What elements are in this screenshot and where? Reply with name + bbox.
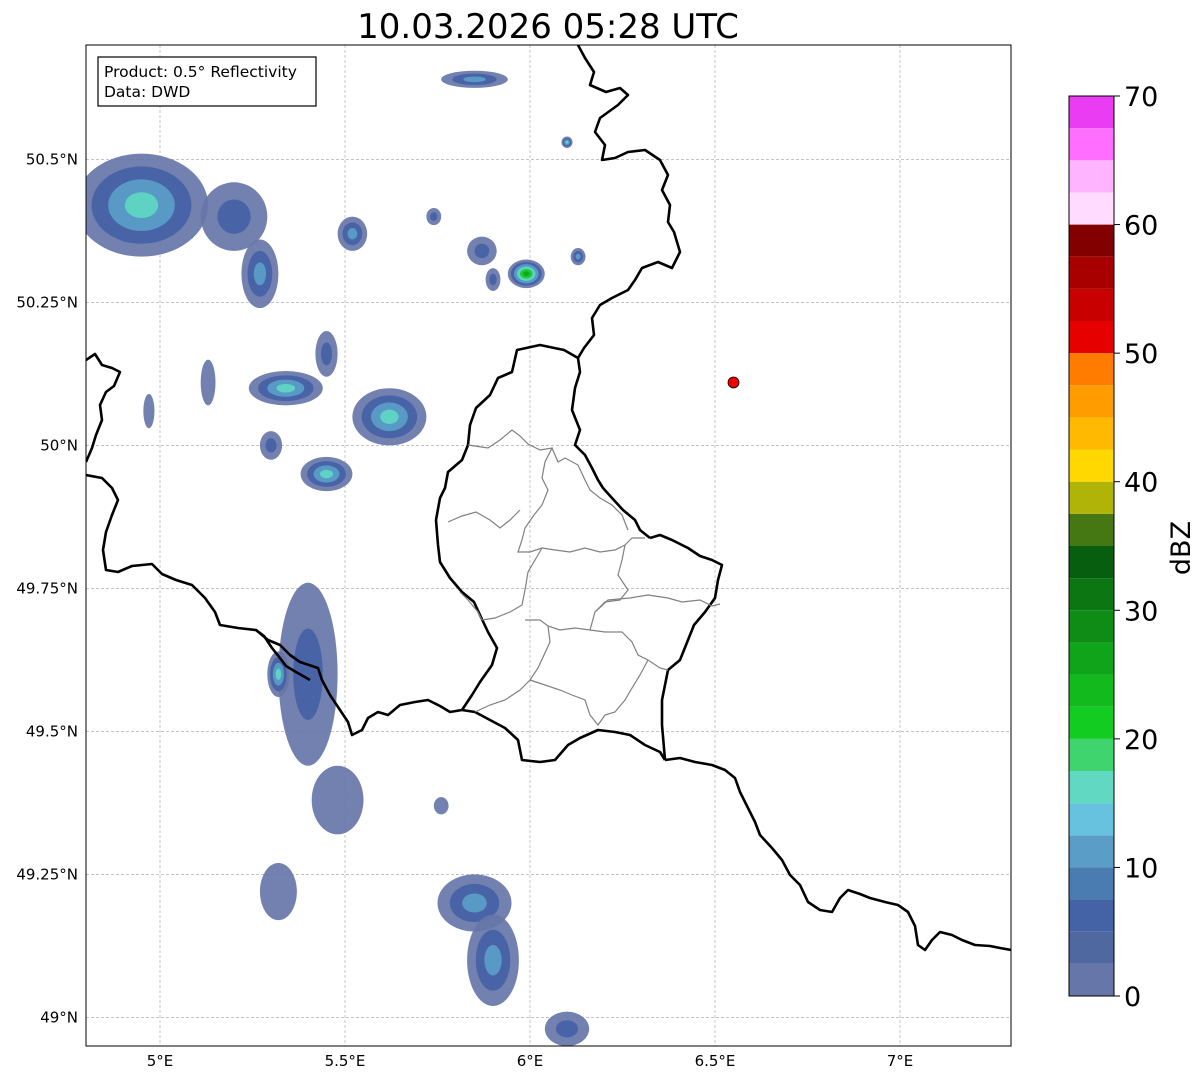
colorbar-tick-label-6: 60 (1124, 211, 1158, 242)
radar-map-figure: 10.03.2026 05:28 UTC 5°E 5.5°E 6°E 6.5°E… (16, 7, 1197, 1070)
colorbar-level-14 (1069, 513, 1114, 546)
colorbar-level-1 (1069, 931, 1114, 964)
echo-cluster-8-level-2 (575, 253, 581, 260)
colorbar-level-0 (1069, 963, 1114, 996)
colorbar-level-10 (1069, 642, 1114, 675)
info-box: Product: 0.5° Reflectivity Data: DWD (97, 56, 317, 107)
colorbar-level-24 (1069, 192, 1114, 225)
colorbar-level-22 (1069, 256, 1114, 289)
colorbar-tick-label-7: 70 (1124, 82, 1158, 113)
echo-cluster-12-level-0 (200, 359, 216, 406)
echo-cluster-16-level-3 (320, 469, 333, 479)
colorbar-level-3 (1069, 867, 1114, 900)
lat-tick-label-0: 49°N (40, 1008, 78, 1026)
longitude-tick-labels: 5°E 5.5°E 6°E 6.5°E 7°E (147, 1052, 914, 1070)
colorbar-tick-label-0: 0 (1124, 982, 1141, 1013)
lon-tick-label-4: 7°E (887, 1052, 914, 1070)
lat-tick-label-4: 50°N (40, 436, 78, 454)
colorbar-level-15 (1069, 481, 1114, 514)
echo-cluster-11-level-3 (276, 383, 296, 393)
radar-site-marker (727, 376, 740, 389)
echo-cluster-3-level-2 (347, 228, 358, 240)
echo-cluster-5-level-1 (474, 243, 490, 259)
colorbar-level-25 (1069, 160, 1114, 193)
colorbar-levels (1069, 96, 1114, 996)
colorbar-level-26 (1069, 128, 1114, 161)
echo-cluster-9-level-2 (463, 76, 486, 83)
echo-cluster-13-level-0 (143, 393, 155, 429)
colorbar-tick-label-3: 30 (1124, 596, 1158, 627)
lon-tick-label-0: 5°E (147, 1052, 174, 1070)
latitude-tick-labels: 49°N 49.25°N 49.5°N 49.75°N 50°N 50.25°N 50.5°… (16, 150, 78, 1026)
info-data-text: Data: DWD (104, 83, 190, 101)
colorbar-level-7 (1069, 738, 1114, 771)
colorbar-level-2 (1069, 899, 1114, 932)
lon-tick-label-3: 6.5°E (695, 1052, 736, 1070)
echo-cluster-7-level-5 (523, 271, 530, 277)
echo-cluster-19-level-3 (275, 668, 282, 680)
echo-cluster-20-level-0 (311, 765, 364, 835)
lat-tick-label-3: 49.75°N (16, 579, 78, 597)
lat-tick-label-5: 50.25°N (16, 293, 78, 311)
echo-cluster-21-level-0 (433, 797, 449, 815)
colorbar-level-6 (1069, 771, 1114, 804)
colorbar-level-12 (1069, 578, 1114, 611)
map-title: 10.03.2026 05:28 UTC (357, 7, 739, 47)
lon-tick-label-1: 5.5°E (325, 1052, 366, 1070)
colorbar-level-18 (1069, 385, 1114, 418)
colorbar-level-13 (1069, 546, 1114, 579)
echo-cluster-2-level-2 (253, 262, 267, 286)
colorbar-tick-label-1: 10 (1124, 853, 1158, 884)
colorbar: 0 10 20 30 40 50 60 70 dBZ (1068, 82, 1197, 1013)
echo-cluster-25-level-1 (555, 1020, 579, 1038)
echo-cluster-23-level-2 (462, 893, 487, 913)
colorbar-level-19 (1069, 353, 1114, 386)
echo-cluster-15-level-3 (380, 409, 399, 424)
colorbar-level-9 (1069, 674, 1114, 707)
lat-tick-label-6: 50.5°N (26, 150, 78, 168)
colorbar-level-5 (1069, 803, 1114, 836)
echo-cluster-24-level-2 (484, 944, 502, 976)
colorbar-level-16 (1069, 449, 1114, 482)
colorbar-tick-labels: 0 10 20 30 40 50 60 70 (1114, 82, 1158, 1013)
colorbar-level-17 (1069, 417, 1114, 450)
colorbar-tick-label-5: 50 (1124, 339, 1158, 370)
colorbar-level-20 (1069, 321, 1114, 354)
colorbar-tick-label-2: 20 (1124, 725, 1158, 756)
lon-tick-label-2: 6°E (517, 1052, 544, 1070)
colorbar-level-23 (1069, 224, 1114, 257)
echo-cluster-22-level-0 (259, 862, 297, 921)
colorbar-level-27 (1069, 96, 1114, 129)
echo-cluster-14-level-1 (320, 342, 333, 366)
echo-cluster-17-level-1 (265, 438, 277, 453)
echo-cluster-4-level-1 (430, 212, 438, 221)
info-product-text: Product: 0.5° Reflectivity (104, 63, 297, 81)
lat-tick-label-1: 49.25°N (16, 865, 78, 883)
echo-cluster-1-level-1 (217, 199, 251, 234)
colorbar-level-4 (1069, 835, 1114, 868)
echo-cluster-10-level-3 (565, 140, 569, 144)
echo-cluster-0-level-3 (124, 192, 159, 219)
colorbar-level-8 (1069, 706, 1114, 739)
colorbar-tick-label-4: 40 (1124, 468, 1158, 499)
map-area (86, 45, 1011, 1046)
colorbar-level-21 (1069, 288, 1114, 321)
colorbar-level-11 (1069, 610, 1114, 643)
lat-tick-label-2: 49.5°N (26, 722, 78, 740)
echo-cluster-6-level-1 (489, 273, 497, 286)
colorbar-label: dBZ (1166, 521, 1197, 575)
